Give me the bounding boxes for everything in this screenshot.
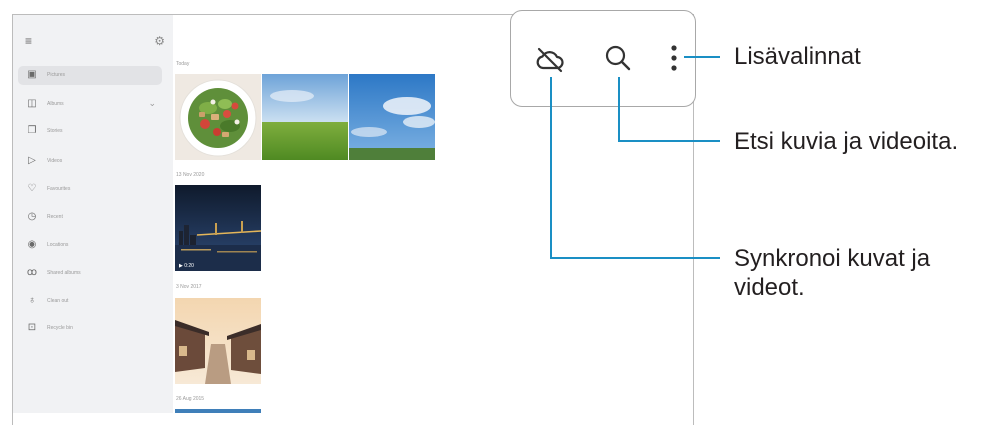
chevron-down-icon[interactable]: ⌄ <box>148 98 156 109</box>
menu-icon[interactable]: ≡ <box>25 35 32 47</box>
city-night-image <box>175 185 261 271</box>
photo-field[interactable] <box>262 74 348 160</box>
section-date: Today <box>176 61 190 67</box>
photo-salad[interactable] <box>175 74 261 160</box>
sidebar-item-recent[interactable]: ◷ Recent <box>18 208 162 227</box>
leader-line-more <box>684 56 720 58</box>
sidebar-item-label: Pictures <box>47 72 66 78</box>
location-icon: ◉ <box>27 239 37 250</box>
sidebar: ≡ ⚙ ▣ Pictures ◫ Albums ⌄ ❐ Stories ▷ Videos ♡ Fav… <box>13 15 173 413</box>
video-icon: ▷ <box>28 155 36 166</box>
photo-street[interactable] <box>175 298 261 384</box>
sidebar-item-recycle-bin[interactable]: ⊡ Recycle bin <box>18 319 162 338</box>
sky-image <box>349 74 435 160</box>
sidebar-item-label: Clean out <box>47 298 69 304</box>
annotation-search: Etsi kuvia ja videoita. <box>734 128 959 155</box>
section-date: 13 Nov 2020 <box>176 172 205 178</box>
cloud-sync-off-icon[interactable] <box>535 44 565 74</box>
sidebar-item-label: Recycle bin <box>47 325 73 331</box>
settings-icon[interactable]: ⚙ <box>154 35 165 47</box>
sidebar-item-videos[interactable]: ▷ Videos <box>18 152 162 171</box>
section-date: 26 Aug 2015 <box>176 396 205 402</box>
video-duration: ▶ 0:20 <box>179 263 194 269</box>
leader-line-sync <box>550 257 720 259</box>
picture-icon: ▣ <box>27 69 37 80</box>
leader-line-search <box>618 140 720 142</box>
sidebar-item-clean-out[interactable]: ♁ Clean out <box>18 292 162 311</box>
sidebar-item-albums[interactable]: ◫ Albums ⌄ <box>18 95 162 114</box>
story-icon: ❐ <box>27 125 37 136</box>
leader-line-sync <box>550 77 552 259</box>
sidebar-item-locations[interactable]: ◉ Locations <box>18 236 162 255</box>
sidebar-header: ≡ ⚙ <box>25 35 165 49</box>
people-icon: ꝏ <box>26 267 38 278</box>
sidebar-item-label: Favourites <box>47 186 71 192</box>
album-icon: ◫ <box>27 98 37 109</box>
sidebar-item-label: Stories <box>47 128 63 134</box>
sidebar-item-label: Shared albums <box>47 270 81 276</box>
annotation-sync-line2: videot. <box>734 274 805 301</box>
sidebar-item-label: Recent <box>47 214 63 220</box>
sidebar-item-pictures[interactable]: ▣ Pictures <box>18 66 162 85</box>
sidebar-item-favourites[interactable]: ♡ Favourites <box>18 180 162 199</box>
sidebar-item-stories[interactable]: ❐ Stories <box>18 122 162 141</box>
section-date: 3 Nov 2017 <box>176 284 202 290</box>
photo-partial[interactable] <box>175 409 261 413</box>
toolbar-callout <box>510 10 696 107</box>
street-image <box>175 298 261 384</box>
more-options-icon[interactable] <box>669 43 679 73</box>
video-city-night[interactable]: ▶ 0:20 <box>175 185 261 271</box>
leader-line-search <box>618 77 620 142</box>
heart-icon: ♡ <box>27 183 37 194</box>
broom-icon: ♁ <box>28 295 36 306</box>
field-image <box>262 74 348 160</box>
photo-sky[interactable] <box>349 74 435 160</box>
search-icon[interactable] <box>603 43 633 73</box>
sidebar-item-shared-albums[interactable]: ꝏ Shared albums <box>18 264 162 283</box>
sidebar-item-label: Albums <box>47 101 64 107</box>
sidebar-item-label: Videos <box>47 158 63 164</box>
salad-image <box>175 74 261 160</box>
trash-icon: ⊡ <box>27 322 37 333</box>
sidebar-item-label: Locations <box>47 242 69 248</box>
clock-icon: ◷ <box>27 211 37 222</box>
annotation-more-options: Lisävalinnat <box>734 43 861 70</box>
annotation-sync-line1: Synkronoi kuvat ja <box>734 245 931 272</box>
